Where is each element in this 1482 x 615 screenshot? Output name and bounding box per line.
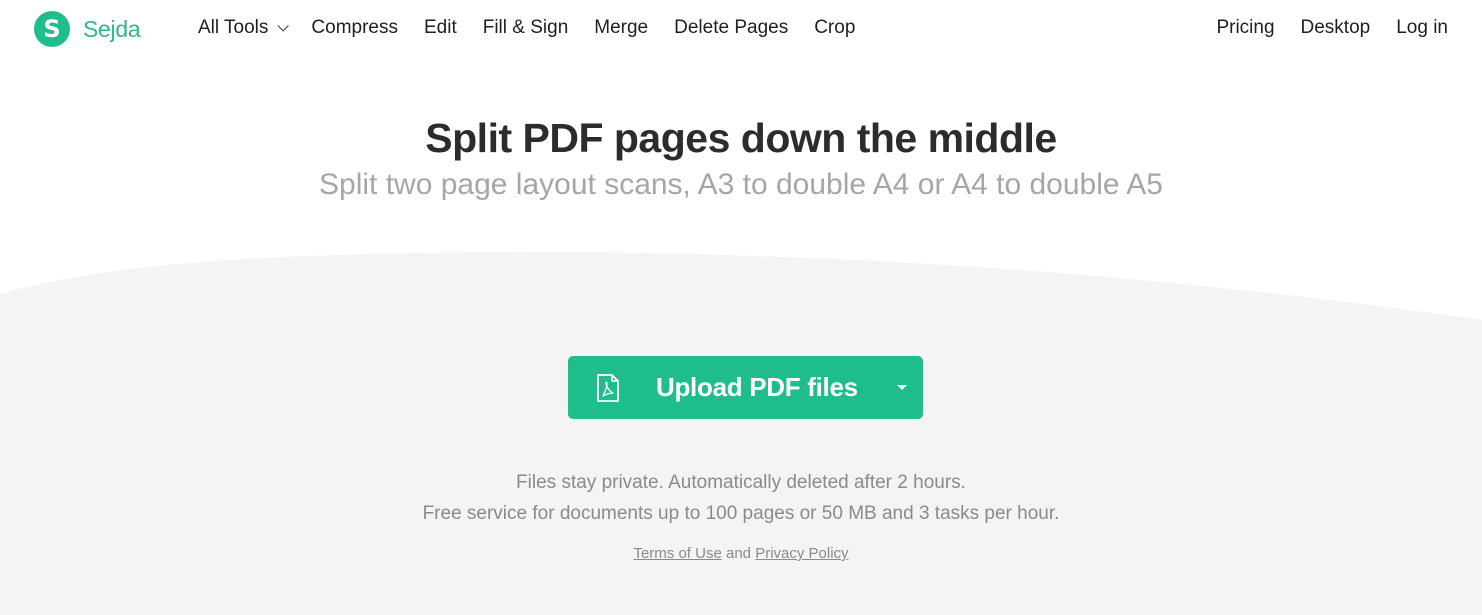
nav-fill-sign[interactable]: Fill & Sign bbox=[483, 17, 569, 39]
sejda-logo[interactable]: S Sejda bbox=[34, 11, 141, 47]
upload-pdf-button[interactable]: Upload PDF files bbox=[568, 356, 923, 419]
privacy-policy-link[interactable]: Privacy Policy bbox=[755, 545, 848, 562]
nav-all-tools[interactable]: All Tools bbox=[198, 17, 290, 39]
nav-edit[interactable]: Edit bbox=[424, 17, 457, 39]
logo-text: Sejda bbox=[83, 15, 141, 42]
nav-secondary: Pricing Desktop Log in bbox=[1190, 17, 1448, 39]
nav-delete-pages[interactable]: Delete Pages bbox=[674, 17, 788, 39]
pdf-file-icon bbox=[597, 374, 619, 402]
nav-compress[interactable]: Compress bbox=[311, 17, 398, 39]
terms-of-use-link[interactable]: Terms of Use bbox=[633, 545, 721, 562]
top-navigation: S Sejda All Tools Compress Edit Fill & S… bbox=[0, 0, 1482, 60]
nav-crop[interactable]: Crop bbox=[814, 17, 855, 39]
upload-button-label: Upload PDF files bbox=[656, 372, 858, 402]
page-title: Split PDF pages down the middle bbox=[425, 115, 1057, 161]
usage-limits-note: Free service for documents up to 100 pag… bbox=[422, 503, 1060, 524]
nav-merge[interactable]: Merge bbox=[594, 17, 648, 39]
nav-desktop[interactable]: Desktop bbox=[1301, 17, 1371, 39]
legal-links: Terms of Use and Privacy Policy bbox=[0, 545, 1482, 562]
privacy-note: Files stay private. Automatically delete… bbox=[516, 472, 966, 493]
legal-and-text: and bbox=[721, 545, 756, 562]
nav-login[interactable]: Log in bbox=[1396, 17, 1448, 39]
nav-main: All Tools Compress Edit Fill & Sign Merg… bbox=[198, 17, 881, 39]
nav-all-tools-label: All Tools bbox=[198, 17, 269, 38]
caret-down-icon[interactable] bbox=[897, 385, 907, 390]
logo-icon: S bbox=[34, 11, 70, 47]
chevron-down-icon bbox=[277, 20, 290, 32]
nav-pricing[interactable]: Pricing bbox=[1216, 17, 1274, 39]
page-subtitle: Split two page layout scans, A3 to doubl… bbox=[319, 168, 1163, 201]
